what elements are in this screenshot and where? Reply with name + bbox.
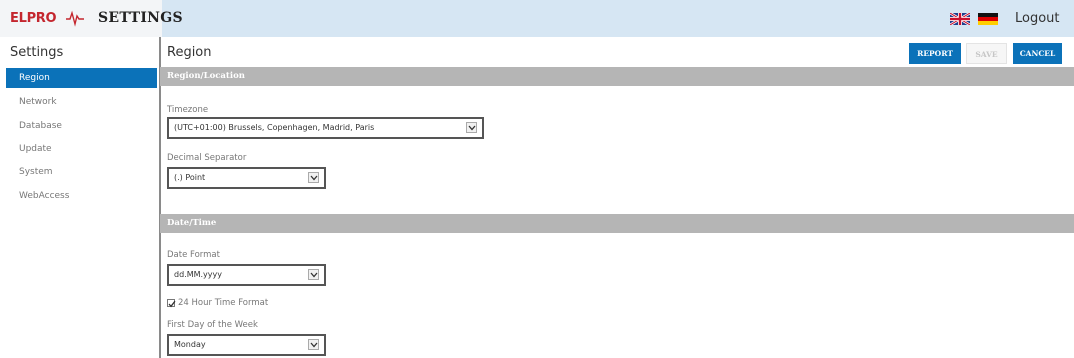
time-format-label: 24 Hour Time Format [178,298,269,308]
timezone-label: Timezone [167,105,209,115]
logout-link[interactable]: Logout [1015,11,1060,26]
report-button[interactable]: REPORT [909,43,961,64]
sidebar-item-webaccess[interactable]: WebAccess [6,186,157,206]
uk-flag-icon[interactable] [950,13,970,25]
section-title: Region/Location [167,71,245,81]
timezone-select[interactable]: (UTC+01:00) Brussels, Copenhagen, Madrid… [167,117,484,139]
sidebar-item-label: Update [19,144,52,154]
sidebar-title: Settings [10,45,64,60]
save-button[interactable]: SAVE [966,43,1007,64]
timezone-value: (UTC+01:00) Brussels, Copenhagen, Madrid… [174,123,375,132]
sidebar-item-network[interactable]: Network [6,92,157,112]
sidebar-item-label: Network [19,97,57,107]
sidebar-item-update[interactable]: Update [6,139,157,159]
first-day-value: Monday [174,340,206,349]
section-header-region-location: Region/Location [160,67,1074,86]
time-format-checkbox[interactable] [167,299,176,308]
sidebar-item-database[interactable]: Database [6,116,157,136]
sidebar-item-label: WebAccess [19,191,70,201]
date-format-label: Date Format [167,250,220,260]
sidebar-item-region[interactable]: Region [6,68,157,88]
sidebar-item-system[interactable]: System [6,162,157,182]
chevron-down-icon [308,269,319,280]
german-flag-icon[interactable] [978,13,998,25]
section-title: Date/Time [167,218,217,228]
sidebar-item-label: System [19,167,53,177]
page-title: Region [167,45,212,60]
pulse-icon [66,10,84,27]
date-format-select[interactable]: dd.MM.yyyy [167,264,326,286]
cancel-button[interactable]: CANCEL [1013,43,1062,64]
decimal-separator-select[interactable]: (.) Point [167,167,326,189]
first-day-label: First Day of the Week [167,320,258,330]
date-format-value: dd.MM.yyyy [174,270,222,279]
sidebar-item-label: Database [19,121,62,131]
decimal-separator-label: Decimal Separator [167,153,247,163]
section-header-date-time: Date/Time [160,214,1074,233]
elpro-logo: ELPRO [10,11,57,26]
app-title: SETTINGS [98,10,183,26]
chevron-down-icon [466,122,477,133]
decimal-separator-value: (.) Point [174,173,206,182]
sidebar-item-label: Region [19,73,50,83]
first-day-select[interactable]: Monday [167,334,326,356]
top-bar: ELPRO SETTINGS Logout [0,0,1074,37]
chevron-down-icon [308,339,319,350]
chevron-down-icon [308,172,319,183]
